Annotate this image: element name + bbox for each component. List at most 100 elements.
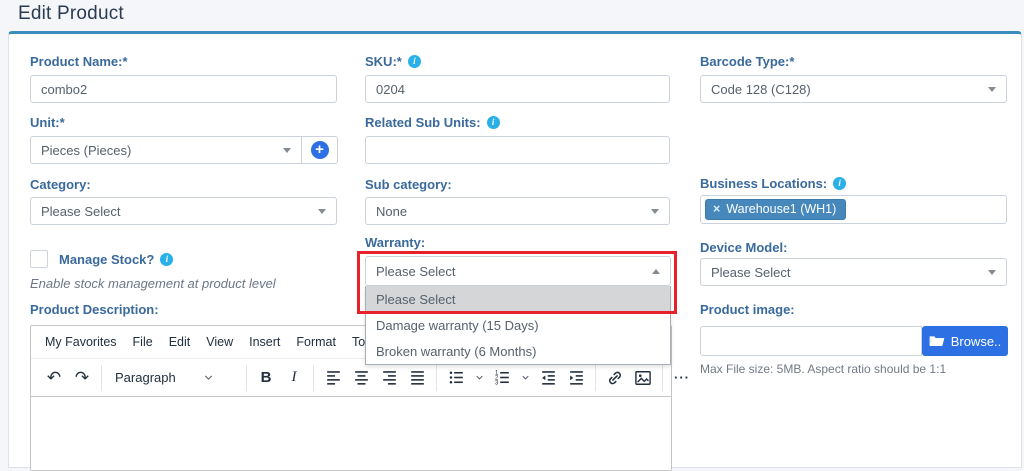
product-image-filename-input[interactable] — [700, 326, 922, 356]
bold-button[interactable]: B — [252, 365, 280, 391]
unit-select[interactable]: Pieces (Pieces) — [30, 136, 302, 164]
more-button[interactable]: ··· — [668, 365, 696, 391]
warranty-option[interactable]: Damage warranty (15 Days) — [366, 312, 670, 338]
align-right-button[interactable] — [375, 365, 403, 391]
link-button[interactable] — [601, 365, 629, 391]
related-sub-units-label-text: Related Sub Units: — [365, 115, 481, 130]
align-justify-button[interactable] — [403, 365, 431, 391]
sku-label-text: SKU:* — [365, 54, 402, 69]
outdent-button[interactable] — [534, 365, 562, 391]
unit-label: Unit:* — [30, 115, 65, 130]
location-tag-text: Warehouse1 (WH1) — [726, 202, 836, 216]
menu-file[interactable]: File — [125, 330, 161, 354]
barcode-type-value: Code 128 (C128) — [711, 82, 811, 97]
align-left-button[interactable] — [319, 365, 347, 391]
sku-value: 0204 — [376, 82, 405, 97]
product-name-value: combo2 — [41, 82, 87, 97]
outdent-icon — [539, 368, 558, 387]
numbered-list-button[interactable]: 123 — [488, 365, 516, 391]
menu-format[interactable]: Format — [288, 330, 344, 354]
business-locations-info-icon[interactable]: i — [833, 177, 846, 190]
numbered-list-icon: 123 — [493, 368, 512, 387]
manage-stock-hint: Enable stock management at product level — [30, 276, 276, 291]
page-title: Edit Product — [18, 3, 124, 25]
text-style-group: B I — [246, 365, 313, 391]
warranty-select[interactable]: Please Select — [365, 256, 671, 286]
list-indent-group: 123 — [436, 365, 595, 391]
image-button[interactable] — [629, 365, 657, 391]
menu-insert[interactable]: Insert — [241, 330, 288, 354]
product-description-label-text: Product Description: — [30, 302, 159, 317]
device-model-label: Device Model: — [700, 240, 787, 255]
bullet-list-icon — [447, 368, 466, 387]
svg-text:3: 3 — [494, 381, 498, 387]
related-sub-units-input[interactable] — [365, 136, 670, 164]
chevron-down-icon — [318, 209, 326, 214]
warranty-option[interactable]: Please Select — [366, 286, 670, 312]
menu-my-favorites[interactable]: My Favorites — [37, 330, 125, 354]
redo-button[interactable]: ↷ — [68, 365, 96, 391]
browse-button[interactable]: Browse.. — [922, 326, 1008, 356]
sku-input[interactable]: 0204 — [365, 75, 670, 103]
manage-stock-checkbox[interactable] — [30, 250, 48, 268]
manage-stock-row: Manage Stock? i — [30, 250, 173, 268]
product-image-label: Product image: — [700, 302, 795, 317]
sku-info-icon[interactable]: i — [408, 55, 421, 68]
device-model-select[interactable]: Please Select — [700, 258, 1007, 286]
sub-category-select[interactable]: None — [365, 197, 670, 225]
sub-category-label: Sub category: — [365, 177, 452, 192]
product-name-input[interactable]: combo2 — [30, 75, 337, 103]
chevron-down-icon — [474, 372, 485, 383]
manage-stock-info-icon[interactable]: i — [160, 253, 173, 266]
product-image-hint: Max File size: 5MB. Aspect ratio should … — [700, 362, 946, 376]
category-value: Please Select — [41, 204, 121, 219]
chevron-down-icon — [988, 87, 996, 92]
warranty-label: Warranty: — [365, 235, 425, 250]
paragraph-select-value: Paragraph — [115, 370, 176, 385]
chevron-down-icon — [202, 371, 215, 384]
folder-icon — [929, 334, 945, 348]
add-unit-button[interactable]: + — [302, 136, 338, 164]
more-group: ··· — [662, 365, 701, 391]
barcode-type-label: Barcode Type:* — [700, 54, 794, 69]
warranty-dropdown: Please Select Damage warranty (15 Days) … — [365, 286, 671, 365]
bullet-list-button[interactable] — [442, 365, 470, 391]
business-locations-multiselect[interactable]: × Warehouse1 (WH1) — [700, 195, 1007, 224]
bullet-list-caret[interactable] — [470, 365, 488, 391]
manage-stock-label-text: Manage Stock? — [59, 252, 154, 267]
category-select[interactable]: Please Select — [30, 197, 337, 225]
menu-view[interactable]: View — [198, 330, 241, 354]
chevron-down-icon — [651, 209, 659, 214]
remove-tag-icon[interactable]: × — [713, 202, 720, 216]
align-center-button[interactable] — [347, 365, 375, 391]
image-icon — [633, 368, 653, 388]
editor-content-area[interactable] — [31, 397, 671, 470]
warranty-label-text: Warranty: — [365, 235, 425, 250]
align-right-icon — [380, 368, 399, 387]
italic-button[interactable]: I — [280, 365, 308, 391]
barcode-type-select[interactable]: Code 128 (C128) — [700, 75, 1007, 103]
undo-button[interactable]: ↶ — [40, 365, 68, 391]
align-justify-icon — [408, 368, 427, 387]
business-locations-label: Business Locations: i — [700, 176, 846, 191]
menu-edit[interactable]: Edit — [161, 330, 199, 354]
plus-circle-icon: + — [311, 141, 329, 159]
chevron-up-icon — [652, 269, 660, 274]
product-image-label-text: Product image: — [700, 302, 795, 317]
business-locations-label-text: Business Locations: — [700, 176, 827, 191]
indent-button[interactable] — [562, 365, 590, 391]
insert-group — [595, 365, 662, 391]
barcode-type-label-text: Barcode Type:* — [700, 54, 794, 69]
product-name-label-text: Product Name:* — [30, 54, 128, 69]
numbered-list-caret[interactable] — [516, 365, 534, 391]
browse-button-label: Browse.. — [951, 334, 1002, 349]
device-model-label-text: Device Model: — [700, 240, 787, 255]
product-name-label: Product Name:* — [30, 54, 128, 69]
block-format-group: Paragraph — [101, 365, 246, 391]
chevron-down-icon — [988, 270, 996, 275]
warranty-option[interactable]: Broken warranty (6 Months) — [366, 338, 670, 364]
paragraph-select[interactable]: Paragraph — [107, 365, 241, 391]
link-icon — [605, 368, 625, 388]
related-sub-units-info-icon[interactable]: i — [487, 116, 500, 129]
align-center-icon — [352, 368, 371, 387]
